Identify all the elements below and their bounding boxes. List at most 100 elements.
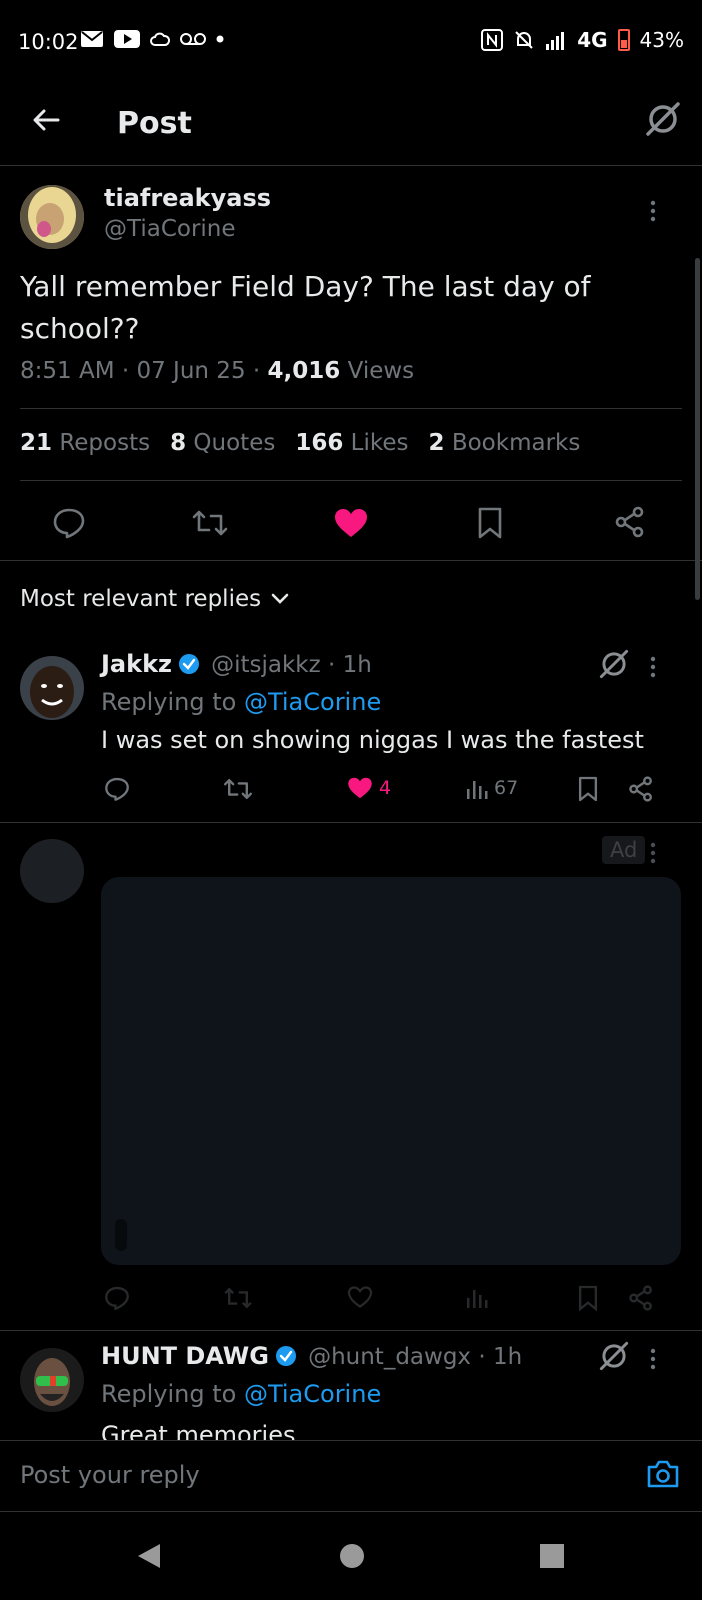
heart-filled-icon bbox=[348, 777, 372, 799]
bookmark-icon bbox=[578, 776, 598, 802]
grok-icon bbox=[599, 1341, 629, 1371]
quotes-stat[interactable]: 8 Quotes bbox=[170, 430, 275, 456]
nav-recents-button[interactable] bbox=[540, 1544, 564, 1568]
nav-back-button[interactable] bbox=[136, 1542, 162, 1570]
system-nav-bar bbox=[0, 1512, 702, 1600]
replying-to: Replying to @TiaCorine bbox=[101, 1380, 382, 1408]
voicemail-icon bbox=[180, 33, 206, 45]
replying-to-link[interactable]: @TiaCorine bbox=[244, 688, 381, 716]
repost-button[interactable] bbox=[192, 508, 228, 538]
bookmark-icon bbox=[578, 1285, 598, 1312]
share-button[interactable] bbox=[614, 506, 646, 538]
ad-repost-button[interactable] bbox=[223, 1286, 253, 1310]
grok-icon bbox=[646, 102, 680, 136]
nfc-icon bbox=[481, 29, 504, 51]
reply-header: HUNT DAWG @hunt_dawgx · 1h bbox=[101, 1342, 523, 1370]
reply-handle[interactable]: @hunt_dawgx bbox=[308, 1344, 471, 1370]
reply-views[interactable]: 67 bbox=[466, 777, 518, 799]
ad-views[interactable] bbox=[466, 1286, 488, 1308]
reply-bookmark-button[interactable] bbox=[577, 775, 599, 803]
views-label[interactable]: Views bbox=[348, 358, 415, 384]
reply-avatar[interactable] bbox=[20, 656, 84, 720]
reply-icon bbox=[105, 1286, 129, 1311]
reply-avatar-image bbox=[20, 656, 84, 720]
notification-icons bbox=[80, 30, 224, 48]
ad-share-button[interactable] bbox=[628, 1285, 654, 1311]
author-handle[interactable]: @TiaCorine bbox=[104, 216, 236, 242]
ad-action-bar bbox=[101, 1284, 671, 1314]
author-display-name[interactable]: tiafreakyass bbox=[104, 184, 271, 212]
post-time: 8:51 AM bbox=[20, 358, 115, 384]
reply-avatar[interactable] bbox=[20, 1348, 84, 1412]
reply-more-button[interactable] bbox=[650, 656, 656, 678]
views-count: 4,016 bbox=[267, 358, 341, 384]
likes-stat[interactable]: 166 Likes bbox=[295, 430, 408, 456]
views-chart-icon bbox=[467, 1290, 488, 1308]
battery-icon bbox=[617, 29, 630, 51]
network-type: 4G bbox=[577, 28, 608, 52]
page-title: Post bbox=[117, 106, 192, 141]
ad-like-button[interactable] bbox=[347, 1286, 373, 1308]
grok-icon bbox=[599, 649, 629, 679]
ad-badge: Ad bbox=[602, 836, 646, 864]
reply-button[interactable] bbox=[52, 506, 86, 540]
reply-share-button[interactable] bbox=[628, 776, 654, 802]
camera-icon bbox=[647, 1460, 679, 1488]
reply-reply-button[interactable] bbox=[104, 776, 130, 802]
share-icon bbox=[629, 1285, 652, 1311]
cloud-icon bbox=[150, 32, 170, 46]
sort-replies-dropdown[interactable]: Most relevant replies bbox=[20, 586, 289, 612]
views-chart-icon bbox=[467, 781, 488, 799]
bookmarks-stat[interactable]: 2 Bookmarks bbox=[429, 430, 581, 456]
reply-more-button[interactable] bbox=[650, 1348, 656, 1370]
reposts-stat[interactable]: 21 Reposts bbox=[20, 430, 150, 456]
heart-outline-icon bbox=[347, 1286, 373, 1308]
grok-button[interactable] bbox=[644, 100, 682, 138]
status-time: 10:02 bbox=[18, 30, 79, 54]
more-vertical-icon bbox=[650, 1348, 656, 1370]
mail-icon bbox=[81, 31, 103, 47]
system-icons: 4G 43% bbox=[481, 28, 684, 52]
bookmark-button[interactable] bbox=[476, 506, 504, 540]
ad-reply-button[interactable] bbox=[104, 1285, 130, 1311]
verified-badge-icon bbox=[179, 654, 200, 674]
post-more-button[interactable] bbox=[650, 200, 656, 222]
replying-to-link[interactable]: @TiaCorine bbox=[244, 1380, 381, 1408]
post-stats: 21 Reposts 8 Quotes 166 Likes 2 Bookmark… bbox=[20, 430, 580, 456]
mute-icon bbox=[515, 31, 533, 49]
author-avatar[interactable] bbox=[20, 185, 84, 249]
nav-back-icon bbox=[138, 1544, 160, 1568]
repost-icon bbox=[192, 510, 228, 536]
like-button[interactable] bbox=[334, 508, 368, 538]
reply-text: I was set on showing niggas I was the fa… bbox=[101, 726, 644, 754]
scrollbar[interactable] bbox=[695, 258, 700, 600]
reply-like-button[interactable]: 4 bbox=[347, 777, 391, 799]
ad-more-button[interactable] bbox=[650, 842, 656, 864]
reply-avatar-image bbox=[20, 1348, 84, 1412]
heart-filled-icon bbox=[335, 509, 367, 537]
reply-composer[interactable]: Post your reply bbox=[0, 1440, 702, 1512]
reply-input[interactable]: Post your reply bbox=[20, 1461, 200, 1489]
ad-bookmark-button[interactable] bbox=[577, 1284, 599, 1312]
reply-age: 1h bbox=[492, 1344, 523, 1370]
add-photo-button[interactable] bbox=[646, 1459, 680, 1489]
reply-handle[interactable]: @itsjakkz bbox=[211, 652, 321, 678]
reply-display-name[interactable]: Jakkz bbox=[101, 650, 172, 678]
back-button[interactable] bbox=[30, 104, 62, 136]
reply-display-name[interactable]: HUNT DAWG bbox=[101, 1342, 269, 1370]
divider bbox=[20, 408, 682, 409]
status-bar: 10:02 4G 43% bbox=[0, 0, 702, 88]
reply-text: Great memories bbox=[101, 1421, 296, 1440]
reply-header: Jakkz @itsjakkz · 1h bbox=[101, 650, 372, 678]
share-icon bbox=[629, 776, 652, 802]
divider bbox=[0, 822, 702, 823]
ad-media-placeholder[interactable] bbox=[101, 877, 681, 1265]
grok-reply-button[interactable] bbox=[598, 648, 630, 680]
grok-reply-button[interactable] bbox=[598, 1340, 630, 1372]
reply-repost-button[interactable] bbox=[223, 777, 253, 801]
youtube-icon bbox=[114, 30, 140, 48]
post-date: 07 Jun 25 bbox=[136, 358, 246, 384]
verified-badge-icon bbox=[275, 1346, 296, 1366]
nav-home-button[interactable] bbox=[339, 1543, 365, 1569]
divider bbox=[0, 560, 702, 561]
